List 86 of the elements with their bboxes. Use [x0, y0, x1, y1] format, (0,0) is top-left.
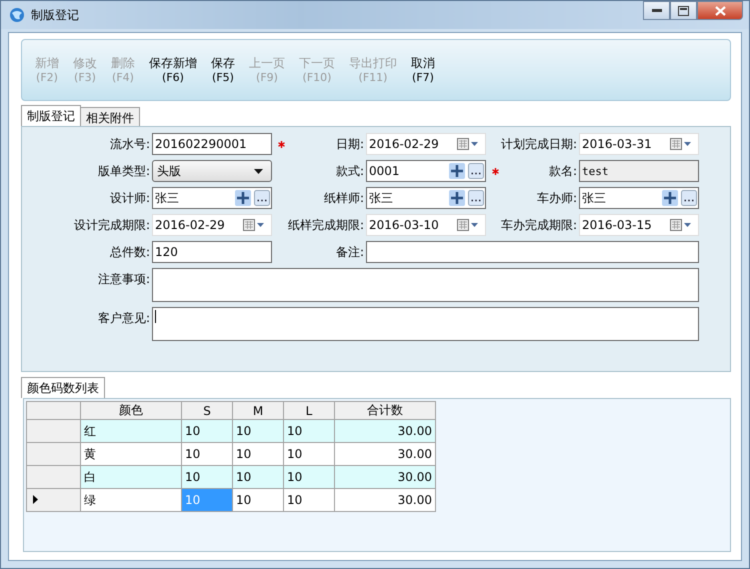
- column-header[interactable]: 颜色: [80, 402, 182, 420]
- table-cell[interactable]: 30.00: [334, 488, 436, 512]
- table-cell[interactable]: 10: [232, 466, 284, 488]
- table-cell[interactable]: 10: [284, 466, 334, 488]
- more-icon[interactable]: [468, 190, 484, 206]
- date-field[interactable]: 2016-02-29: [366, 133, 486, 155]
- field-label: 注意事项:: [98, 270, 150, 288]
- lookup-field[interactable]: 张三: [579, 187, 699, 209]
- tab[interactable]: 相关附件: [80, 107, 140, 126]
- field-label: 计划完成日期:: [500, 136, 577, 152]
- memo-field[interactable]: [152, 268, 699, 302]
- field-label: 客户意见:: [98, 310, 150, 326]
- table-cell[interactable]: 10: [284, 488, 334, 512]
- calendar-icon: [670, 138, 692, 150]
- table-cell[interactable]: 30.00: [334, 466, 436, 488]
- lookup-field[interactable]: 张三: [366, 187, 486, 209]
- column-header[interactable]: S: [182, 402, 232, 420]
- add-icon[interactable]: [235, 190, 251, 206]
- column-header[interactable]: L: [284, 402, 334, 420]
- table-cell[interactable]: 30.00: [334, 420, 436, 442]
- add-icon[interactable]: [449, 163, 465, 179]
- table-cell[interactable]: 10: [182, 466, 232, 488]
- field-label: 款名:: [548, 162, 577, 180]
- table-cell[interactable]: 红: [80, 420, 182, 442]
- field-label: 车办完成期限:: [500, 216, 577, 234]
- add-icon[interactable]: [449, 190, 465, 206]
- minimize-button[interactable]: [643, 1, 670, 20]
- field-label: 纸样完成期限:: [288, 216, 364, 234]
- toolbar-button[interactable]: 保存 (F5): [204, 56, 242, 84]
- add-icon[interactable]: [662, 190, 678, 206]
- table-cell[interactable]: 10: [232, 420, 284, 442]
- toolbar-button[interactable]: 保存新增 (F6): [142, 56, 204, 84]
- column-header[interactable]: 合计数: [334, 402, 436, 420]
- table-cell[interactable]: 绿: [80, 488, 182, 512]
- field-label: 日期:: [336, 136, 364, 152]
- dropdown[interactable]: 头版: [152, 160, 272, 182]
- field-label: 车办师:: [536, 190, 577, 206]
- calendar-icon: [457, 138, 479, 150]
- table-cell[interactable]: 黄: [80, 442, 182, 466]
- table-cell[interactable]: 白: [80, 466, 182, 488]
- table-cell[interactable]: 10: [232, 488, 284, 512]
- close-icon: [714, 6, 726, 16]
- close-button[interactable]: [697, 1, 743, 20]
- field-label: 款式:: [336, 162, 364, 180]
- maximize-button[interactable]: [670, 1, 697, 20]
- table-cell[interactable]: 10: [284, 442, 334, 466]
- lookup-field[interactable]: 0001: [366, 160, 486, 182]
- text-field[interactable]: 120: [152, 241, 272, 263]
- field-label: 流水号:: [110, 136, 150, 152]
- field-label: 设计完成期限:: [74, 216, 150, 234]
- text-field[interactable]: [366, 241, 699, 263]
- table-cell[interactable]: 30.00: [334, 442, 436, 466]
- field-label: 纸样师:: [324, 190, 364, 206]
- caret-icon: [254, 168, 263, 174]
- table-cell[interactable]: 10: [182, 442, 232, 466]
- more-icon[interactable]: [254, 190, 270, 206]
- table-cell[interactable]: 10: [232, 442, 284, 466]
- maximize-icon: [678, 6, 689, 16]
- tab[interactable]: 制版登记: [21, 105, 81, 126]
- table-cell[interactable]: 10: [284, 420, 334, 442]
- field-label: 版单类型:: [98, 162, 150, 180]
- current-row-icon: [33, 495, 38, 504]
- date-field[interactable]: 2016-03-31: [579, 133, 699, 155]
- toolbar-button[interactable]: 取消 (F7): [404, 56, 442, 84]
- column-header[interactable]: M: [232, 402, 284, 420]
- lookup-field[interactable]: 张三: [152, 187, 272, 209]
- field-label: 总件数:: [110, 244, 150, 260]
- calendar-icon: [243, 219, 265, 231]
- readonly-field[interactable]: test: [579, 160, 699, 182]
- table-cell[interactable]: 10: [182, 420, 232, 442]
- date-field[interactable]: 2016-02-29: [152, 214, 272, 236]
- date-field[interactable]: 2016-03-15: [579, 214, 699, 236]
- more-icon[interactable]: [681, 190, 697, 206]
- memo-field[interactable]: [152, 307, 699, 341]
- tab[interactable]: 颜色码数列表: [21, 377, 105, 398]
- field-label: 设计师:: [110, 190, 150, 206]
- more-icon[interactable]: [468, 163, 484, 179]
- calendar-icon: [457, 219, 479, 231]
- minimize-icon: [652, 8, 662, 12]
- text-field[interactable]: 201602290001: [152, 133, 272, 155]
- window-title: 制版登记: [31, 6, 79, 24]
- calendar-icon: [670, 219, 692, 231]
- globe-icon: [9, 7, 25, 23]
- date-field[interactable]: 2016-03-10: [366, 214, 486, 236]
- field-label: 备注:: [336, 244, 364, 260]
- row-header: [26, 402, 80, 420]
